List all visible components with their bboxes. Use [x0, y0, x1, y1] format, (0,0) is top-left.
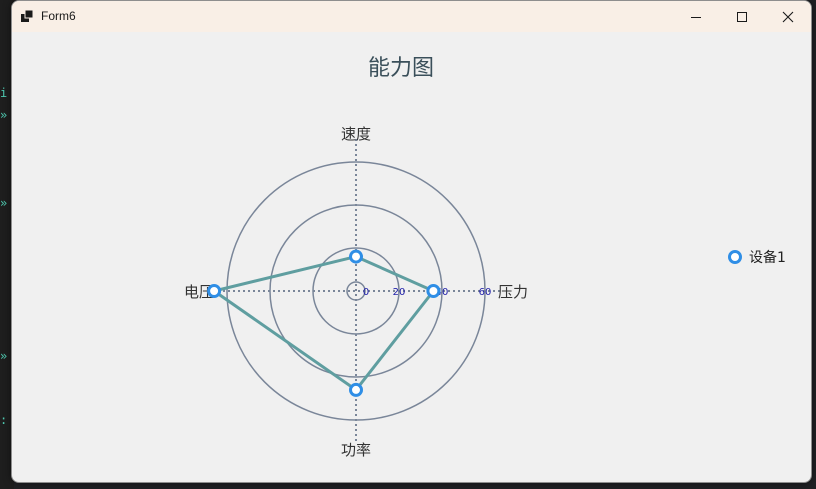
- radar-chart: 能力图 0 20 40 60 压力速度电压功率 设备1: [184, 56, 786, 459]
- legend-marker: [728, 250, 742, 264]
- data-point-1[interactable]: [349, 249, 363, 264]
- indicator-label-0: 压力: [498, 283, 528, 301]
- form-window: Form6 能力图 0 20 40 60 压力 速度 电压 功率 设备1: [11, 0, 812, 483]
- legend-label: 设备1: [749, 249, 786, 266]
- maximize-button[interactable]: [719, 1, 765, 32]
- close-icon: [782, 11, 794, 22]
- indicator-label-1: 速度: [341, 125, 371, 143]
- radar-grid: 0 20 40 60 压力速度电压功率: [184, 125, 528, 459]
- radial-tick-60: 60: [479, 287, 492, 298]
- chart-area: 能力图 0 20 40 60 压力 速度 电压 功率 设备1: [12, 32, 811, 482]
- indicator-label-3: 功率: [341, 441, 371, 459]
- radial-tick-0: 0: [363, 287, 369, 298]
- data-point-2[interactable]: [207, 284, 222, 298]
- maximize-icon: [737, 11, 747, 22]
- window-title: Form6: [41, 9, 76, 23]
- minimize-button[interactable]: [673, 1, 719, 32]
- legend[interactable]: 设备1: [728, 249, 786, 266]
- data-point-3[interactable]: [349, 382, 363, 397]
- app-icon: [21, 10, 33, 22]
- series-line-0: [212, 255, 435, 392]
- chart-title: 能力图: [368, 56, 434, 81]
- data-point-0[interactable]: [426, 284, 441, 298]
- title-bar[interactable]: Form6: [12, 1, 811, 32]
- radial-tick-20: 20: [393, 287, 406, 298]
- minimize-icon: [691, 16, 701, 18]
- radar-series: [207, 249, 441, 397]
- close-button[interactable]: [765, 1, 811, 32]
